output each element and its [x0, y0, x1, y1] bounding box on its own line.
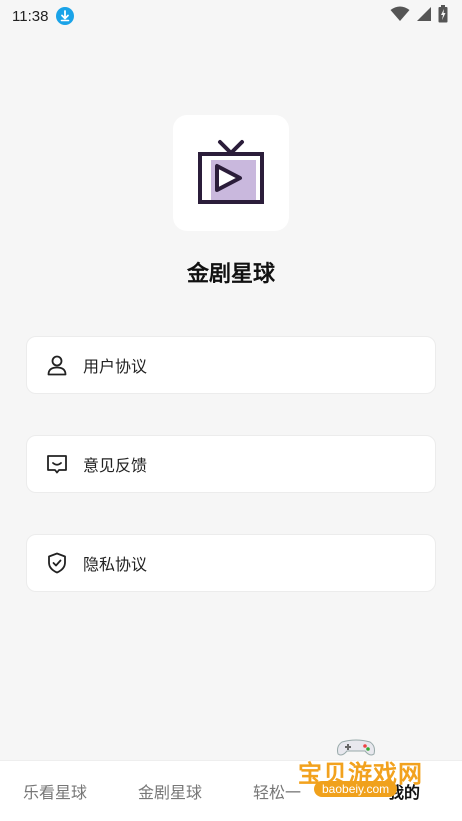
wifi-icon [390, 6, 410, 26]
menu-item-label: 隐私协议 [83, 555, 148, 574]
menu-item-feedback[interactable]: 意见反馈 [26, 435, 436, 493]
app-name: 金剧星球 [186, 262, 275, 287]
watermark: 宝贝游戏网 baobeiy.com [298, 736, 448, 806]
nav-item-lekan[interactable]: 乐看星球 [23, 779, 87, 803]
status-right [390, 5, 448, 27]
signal-icon [416, 6, 432, 26]
nav-item-qingsong[interactable]: 轻松一 [253, 779, 301, 803]
feedback-icon [45, 452, 69, 476]
status-bar: 11:38 [0, 0, 462, 32]
menu-item-user-agreement[interactable]: 用户协议 [26, 336, 436, 394]
tv-play-icon [198, 140, 264, 204]
status-time: 11:38 [12, 7, 49, 25]
menu-item-label: 用户协议 [83, 357, 148, 376]
menu-item-label: 意见反馈 [83, 456, 148, 475]
battery-icon [438, 5, 448, 27]
nav-item-jinju[interactable]: 金剧星球 [138, 779, 202, 803]
status-left: 11:38 [12, 7, 75, 25]
download-icon [56, 7, 75, 25]
menu-item-privacy-policy[interactable]: 隐私协议 [26, 534, 436, 592]
watermark-domain: baobeiy.com [314, 781, 398, 797]
shield-check-icon [45, 551, 69, 575]
app-logo [173, 115, 289, 231]
user-icon [45, 353, 69, 377]
